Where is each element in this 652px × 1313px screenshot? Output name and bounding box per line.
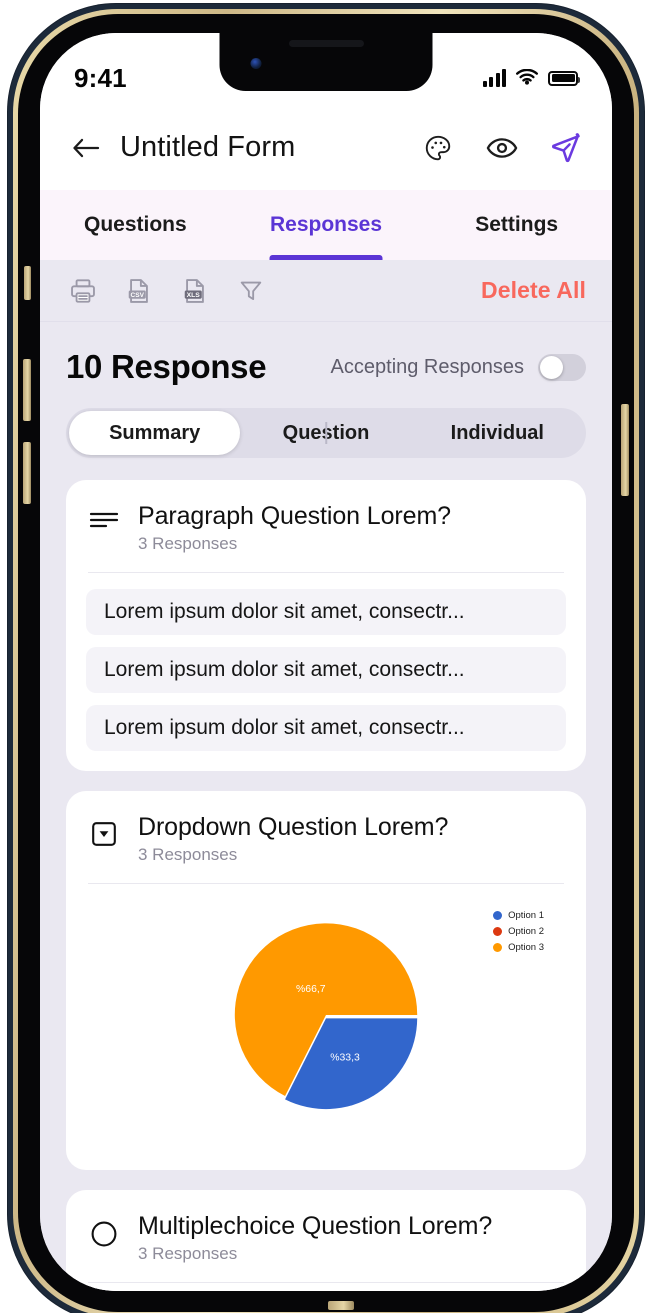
earpiece-speaker-icon	[288, 40, 364, 47]
tab-responses[interactable]: Responses	[231, 190, 422, 260]
eye-icon	[486, 137, 518, 158]
wifi-icon	[516, 69, 538, 85]
legend-label: Option 1	[508, 910, 544, 921]
answer-list: Lorem ipsum dolor sit amet, consectr... …	[86, 589, 566, 751]
screenshot-stage: 9:41 Untitled Form Questions Responses S…	[0, 0, 652, 1313]
view-mode-segmented-control: Summary Question Individual	[66, 408, 586, 458]
legend-color-dot	[493, 911, 503, 920]
bottom-frame-accent	[328, 1301, 354, 1310]
legend-color-dot	[493, 943, 503, 952]
response-count: 10 Response	[66, 348, 267, 385]
battery-full-icon	[548, 70, 580, 86]
svg-text:CSV: CSV	[131, 291, 145, 298]
theme-button[interactable]	[420, 130, 456, 166]
card-title-block: Multiplechoice Question Lorem? 3 Respons…	[138, 1212, 566, 1264]
question-title: Paragraph Question Lorem?	[138, 502, 451, 530]
tab-settings[interactable]: Settings	[421, 190, 612, 260]
filter-button[interactable]	[234, 274, 268, 308]
export-icon-group: CSV XLS	[66, 274, 268, 308]
app-header-actions	[420, 130, 584, 166]
paragraph-lines-icon	[86, 502, 122, 532]
device-notch	[219, 33, 433, 91]
legend-entry: Option 2	[493, 926, 544, 937]
card-title-block: Dropdown Question Lorem? 3 Responses	[138, 813, 566, 865]
summary-cards: Paragraph Question Lorem? 3 Responses Lo…	[40, 458, 612, 1291]
card-title-block: Paragraph Question Lorem? 3 Responses	[138, 502, 566, 554]
app-header: Untitled Form	[40, 105, 612, 190]
pie-label-option3: %66,7	[296, 984, 326, 995]
responses-toolbar: CSV XLS Delete All	[40, 260, 612, 322]
back-button[interactable]	[66, 128, 106, 168]
legend-label: Option 3	[508, 942, 544, 953]
segment-summary[interactable]: Summary	[69, 411, 241, 455]
palette-icon	[425, 135, 451, 160]
answer-row[interactable]: Lorem ipsum dolor sit amet, consectr...	[86, 589, 566, 635]
answer-row[interactable]: Lorem ipsum dolor sit amet, consectr...	[86, 705, 566, 751]
card-divider	[88, 1282, 564, 1283]
send-icon	[552, 132, 580, 162]
segment-individual[interactable]: Individual	[412, 411, 583, 455]
delete-all-button[interactable]: Delete All	[481, 277, 586, 304]
answer-row[interactable]: Lorem ipsum dolor sit amet, consectr...	[86, 647, 566, 693]
status-bar-indicators	[482, 69, 580, 87]
front-camera-icon	[250, 58, 262, 69]
power-button[interactable]	[621, 404, 629, 496]
legend-entry: Option 1	[493, 910, 544, 921]
segment-question[interactable]: Question	[240, 411, 411, 455]
xls-export-icon: XLS	[184, 278, 204, 303]
question-response-count: 3 Responses	[138, 845, 238, 864]
question-title: Multiplechoice Question Lorem?	[138, 1212, 493, 1240]
question-response-count: 3 Responses	[138, 534, 238, 553]
export-csv-button[interactable]: CSV	[122, 274, 156, 308]
send-button[interactable]	[548, 130, 584, 166]
main-tab-bar: Questions Responses Settings	[40, 190, 612, 260]
dropdown-box-icon	[86, 813, 122, 847]
pie-chart-dropdown: Option 1 Option 2 Option 3 %66,7 %33,3	[86, 900, 566, 1150]
print-button[interactable]	[66, 274, 100, 308]
pie-label-option1: %33,3	[330, 1053, 360, 1064]
phone-screen: 9:41 Untitled Form Questions Responses S…	[40, 33, 612, 1291]
radio-circle-icon	[86, 1212, 122, 1248]
back-arrow-icon	[73, 138, 100, 157]
responses-content: 10 Response Accepting Responses Summary …	[40, 322, 612, 1291]
volume-up-button[interactable]	[23, 359, 31, 421]
cellular-bars-icon	[482, 69, 506, 87]
tab-questions[interactable]: Questions	[40, 190, 231, 260]
card-header: Multiplechoice Question Lorem? 3 Respons…	[86, 1212, 566, 1264]
status-bar-clock: 9:41	[74, 62, 127, 93]
question-card-dropdown[interactable]: Dropdown Question Lorem? 3 Responses Opt…	[66, 791, 586, 1170]
toggle-knob	[540, 355, 563, 379]
pie-graphic: %66,7 %33,3	[231, 920, 421, 1115]
print-icon	[71, 278, 95, 303]
card-divider	[88, 883, 564, 884]
preview-button[interactable]	[484, 130, 520, 166]
question-card-multiplechoice[interactable]: Multiplechoice Question Lorem? 3 Respons…	[66, 1190, 586, 1291]
accepting-responses-control[interactable]: Accepting Responses	[330, 353, 586, 381]
question-card-paragraph[interactable]: Paragraph Question Lorem? 3 Responses Lo…	[66, 480, 586, 771]
page-title: Untitled Form	[120, 131, 296, 163]
card-header: Dropdown Question Lorem? 3 Responses	[86, 813, 566, 865]
svg-text:XLS: XLS	[187, 291, 201, 298]
csv-export-icon: CSV	[128, 278, 148, 303]
accepting-responses-toggle[interactable]	[538, 353, 586, 381]
summary-header: 10 Response Accepting Responses	[40, 322, 612, 386]
legend-color-dot	[493, 927, 503, 936]
export-xls-button[interactable]: XLS	[178, 274, 212, 308]
card-header: Paragraph Question Lorem? 3 Responses	[86, 502, 566, 554]
accepting-responses-label: Accepting Responses	[330, 355, 524, 378]
question-response-count: 3 Responses	[138, 1244, 238, 1263]
legend-label: Option 2	[508, 926, 544, 937]
filter-icon	[240, 281, 262, 300]
legend-entry: Option 3	[493, 942, 544, 953]
volume-down-button[interactable]	[23, 442, 31, 504]
mute-switch[interactable]	[24, 266, 31, 300]
card-divider	[88, 572, 564, 573]
chart-legend: Option 1 Option 2 Option 3	[493, 910, 544, 953]
question-title: Dropdown Question Lorem?	[138, 813, 449, 841]
